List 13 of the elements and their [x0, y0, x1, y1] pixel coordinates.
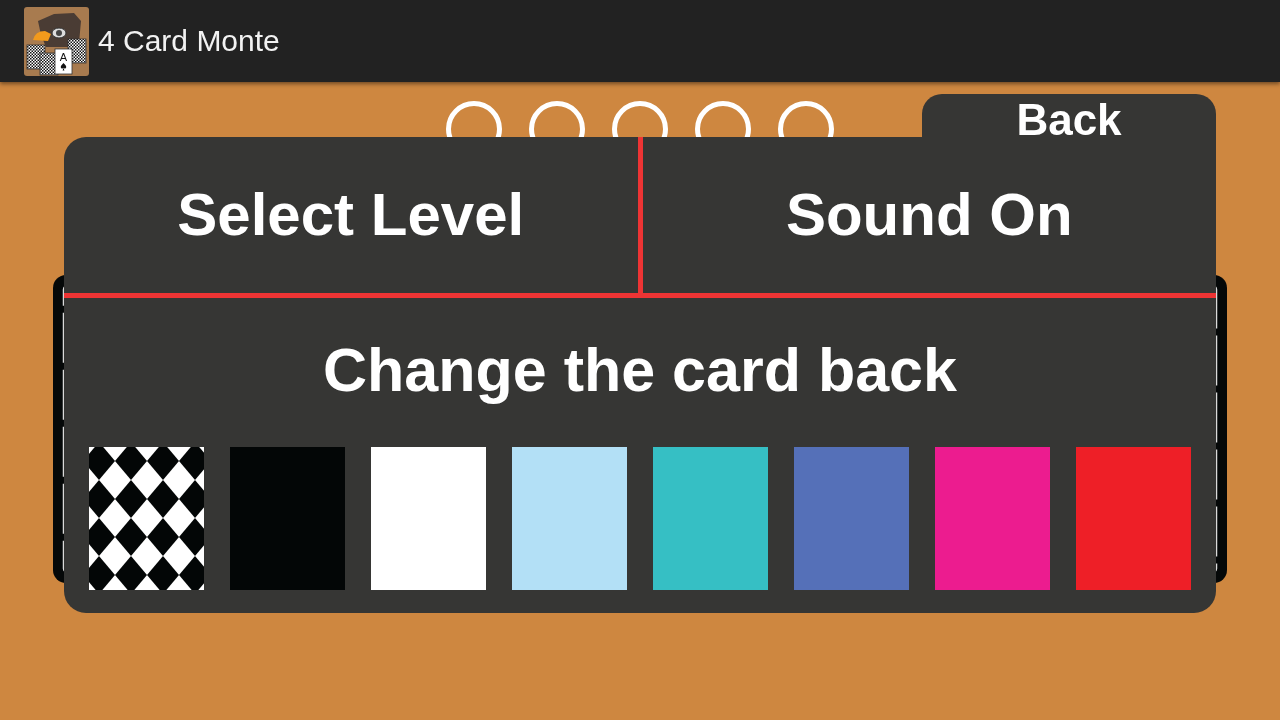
menu-button[interactable]: Sound On [642, 137, 1216, 293]
back-button[interactable]: Back [922, 94, 1216, 137]
color-swatch[interactable] [653, 447, 768, 590]
color-swatch[interactable] [371, 447, 486, 590]
menu-button[interactable]: Select Level [64, 137, 638, 293]
diamond-pattern-swatch[interactable] [89, 447, 204, 590]
color-swatch[interactable] [512, 447, 627, 590]
color-swatch[interactable] [935, 447, 1050, 590]
color-swatch[interactable] [230, 447, 345, 590]
color-swatch[interactable] [1076, 447, 1191, 590]
app-icon: A [24, 6, 89, 76]
color-swatch[interactable] [794, 447, 909, 590]
app-title: 4 Card Monte [98, 23, 280, 59]
